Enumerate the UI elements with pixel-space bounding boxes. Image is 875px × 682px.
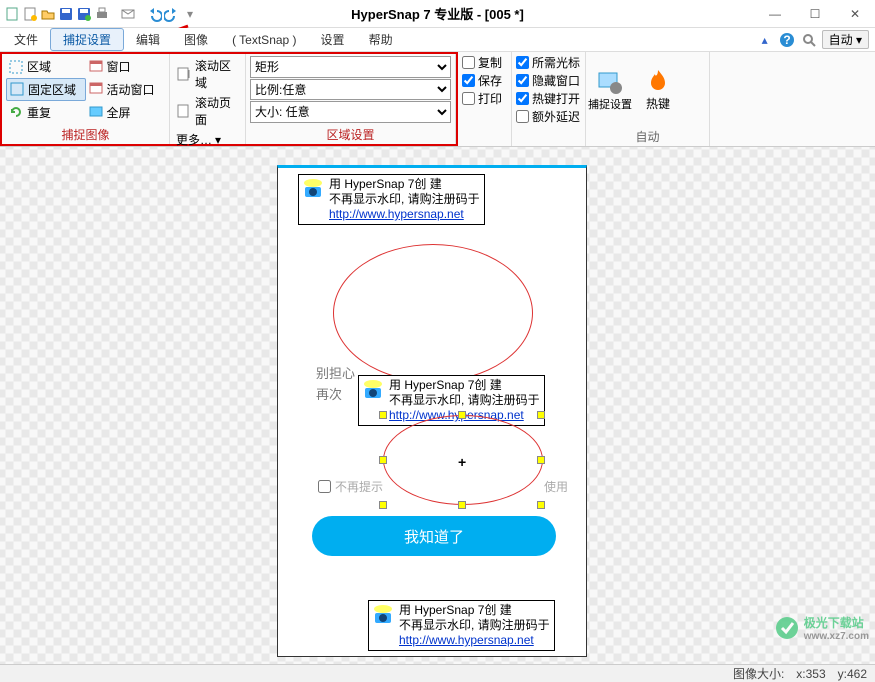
menu-textsnap[interactable]: ( TextSnap ) [220, 31, 308, 49]
capture-active-window[interactable]: 活动窗口 [86, 78, 166, 102]
chk-cursor[interactable]: 所需光标 [516, 54, 581, 71]
close-button[interactable]: ✕ [835, 0, 875, 28]
ribbon-group-scroll: 滚动区域 滚动页面 更多… ▾ [170, 54, 246, 144]
ribbon-group-region: 矩形 比例:任意 大小: 任意 区域设置 [246, 54, 456, 144]
group-label-auto: 自动 [586, 127, 709, 146]
shape-select[interactable]: 矩形 [250, 56, 451, 78]
search-icon[interactable] [800, 31, 818, 49]
ribbon-group-hide: 所需光标 隐藏窗口 热键打开 额外延迟 [512, 52, 586, 146]
capture-fullscreen[interactable]: 全屏 [86, 101, 166, 123]
help-icon[interactable]: ? [778, 31, 796, 49]
minimize-button[interactable]: ― [755, 0, 795, 28]
watermark-link[interactable]: http://www.hypersnap.net [399, 633, 534, 647]
new-icon[interactable] [22, 6, 38, 22]
open-icon[interactable] [40, 6, 56, 22]
chevron-up-icon[interactable]: ▴ [756, 31, 774, 49]
size-select[interactable]: 大小: 任意 [250, 101, 451, 123]
use-label: 使用 [544, 478, 568, 495]
ok-button[interactable]: 我知道了 [312, 516, 556, 556]
selection-handle-nw[interactable] [379, 411, 387, 419]
save-icon[interactable] [58, 6, 74, 22]
ribbon-group-auto: 捕捉设置 热键 自动 [586, 52, 710, 146]
window-title: HyperSnap 7 专业版 - [005 *] [351, 4, 524, 23]
selection-handle-ne[interactable] [537, 411, 545, 419]
dropdown-icon[interactable]: ▾ [182, 6, 198, 22]
chk-hotkeyon[interactable]: 热键打开 [516, 90, 581, 107]
site-watermark: 极光下载站www.xz7.com [774, 614, 869, 642]
ribbon-group-capture-image: 区域 窗口 固定区域 活动窗口 重复 全屏 捕捉图像 [2, 54, 170, 144]
camera-icon [371, 603, 395, 627]
capture-region[interactable]: 区域 [6, 56, 86, 78]
scroll-region[interactable]: 滚动区域 [174, 56, 241, 92]
selection-handle-s[interactable] [458, 501, 466, 509]
selection-handle-se[interactable] [537, 501, 545, 509]
chk-save[interactable]: 保存 [462, 72, 507, 89]
status-y: y:462 [838, 667, 867, 681]
capture-window[interactable]: 窗口 [86, 56, 166, 78]
group-label-region: 区域设置 [246, 125, 455, 144]
menu-image[interactable]: 图像 [172, 29, 220, 50]
selection-handle-n[interactable] [458, 411, 466, 419]
ribbon: 区域 窗口 固定区域 活动窗口 重复 全屏 捕捉图像 滚动区域 滚动页面 更多…… [0, 52, 875, 147]
status-x: x:353 [796, 667, 825, 681]
redo-icon[interactable] [164, 6, 180, 22]
gear-image-icon [596, 68, 624, 96]
menu-capture[interactable]: 捕捉设置 [50, 28, 124, 51]
camera-icon [361, 378, 385, 402]
status-size-label: 图像大小: [733, 665, 784, 682]
capture-repeat[interactable]: 重复 [6, 101, 86, 123]
center-cross-icon: + [458, 454, 466, 470]
bg-text-2: 再次 [316, 384, 342, 403]
status-bar: 图像大小: x:353 y:462 [0, 664, 875, 682]
logo-icon [774, 615, 800, 641]
email-icon[interactable] [120, 6, 136, 22]
noshow-checkbox[interactable]: 不再提示 [318, 478, 383, 495]
print-icon[interactable] [94, 6, 110, 22]
ribbon-group-save: 复制 保存 打印 [458, 52, 512, 146]
save-as-icon[interactable] [76, 6, 92, 22]
undo-icon[interactable] [146, 6, 162, 22]
camera-icon [301, 177, 325, 201]
menu-bar: 文件 捕捉设置 编辑 图像 ( TextSnap ) 设置 帮助 ▴ ? 自动 … [0, 28, 875, 52]
watermark-link[interactable]: http://www.hypersnap.net [329, 207, 464, 221]
document: 用 HyperSnap 7创 建不再显示水印, 请购注册码于http://www… [277, 165, 587, 657]
selection-handle-sw[interactable] [379, 501, 387, 509]
group-label-image: 捕捉图像 [2, 125, 169, 144]
maximize-button[interactable]: ☐ [795, 0, 835, 28]
hotkey-button[interactable]: 热键 [634, 52, 682, 127]
svg-text:?: ? [783, 33, 790, 47]
canvas-area[interactable]: 用 HyperSnap 7创 建不再显示水印, 请购注册码于http://www… [0, 147, 875, 664]
selection-handle-e[interactable] [537, 456, 545, 464]
menu-file[interactable]: 文件 [2, 29, 50, 50]
chk-extra[interactable]: 额外延迟 [516, 108, 581, 125]
ellipse-shape-1[interactable] [333, 244, 533, 382]
menu-setup[interactable]: 设置 [309, 29, 357, 50]
capture-fixed[interactable]: 固定区域 [6, 78, 86, 102]
chk-copy[interactable]: 复制 [462, 54, 507, 71]
chk-hidewin[interactable]: 隐藏窗口 [516, 72, 581, 89]
bg-text-1: 别担心 [316, 363, 355, 382]
title-bar: ▾ HyperSnap 7 专业版 - [005 *] ― ☐ ✕ [0, 0, 875, 28]
window-controls: ― ☐ ✕ [755, 0, 875, 28]
flame-icon [644, 67, 672, 95]
watermark-3: 用 HyperSnap 7创 建不再显示水印, 请购注册码于http://www… [368, 600, 555, 651]
document-icon[interactable] [4, 6, 20, 22]
menu-help[interactable]: 帮助 [357, 29, 405, 50]
ratio-select[interactable]: 比例:任意 [250, 79, 451, 101]
chk-print[interactable]: 打印 [462, 90, 507, 107]
auto-dropdown[interactable]: 自动 ▾ [822, 30, 869, 49]
quick-access-toolbar: ▾ [0, 6, 202, 22]
scroll-page[interactable]: 滚动页面 [174, 93, 241, 129]
selection-handle-w[interactable] [379, 456, 387, 464]
capture-settings-button[interactable]: 捕捉设置 [586, 52, 634, 127]
watermark-1: 用 HyperSnap 7创 建不再显示水印, 请购注册码于http://www… [298, 174, 485, 225]
menu-edit[interactable]: 编辑 [124, 29, 172, 50]
